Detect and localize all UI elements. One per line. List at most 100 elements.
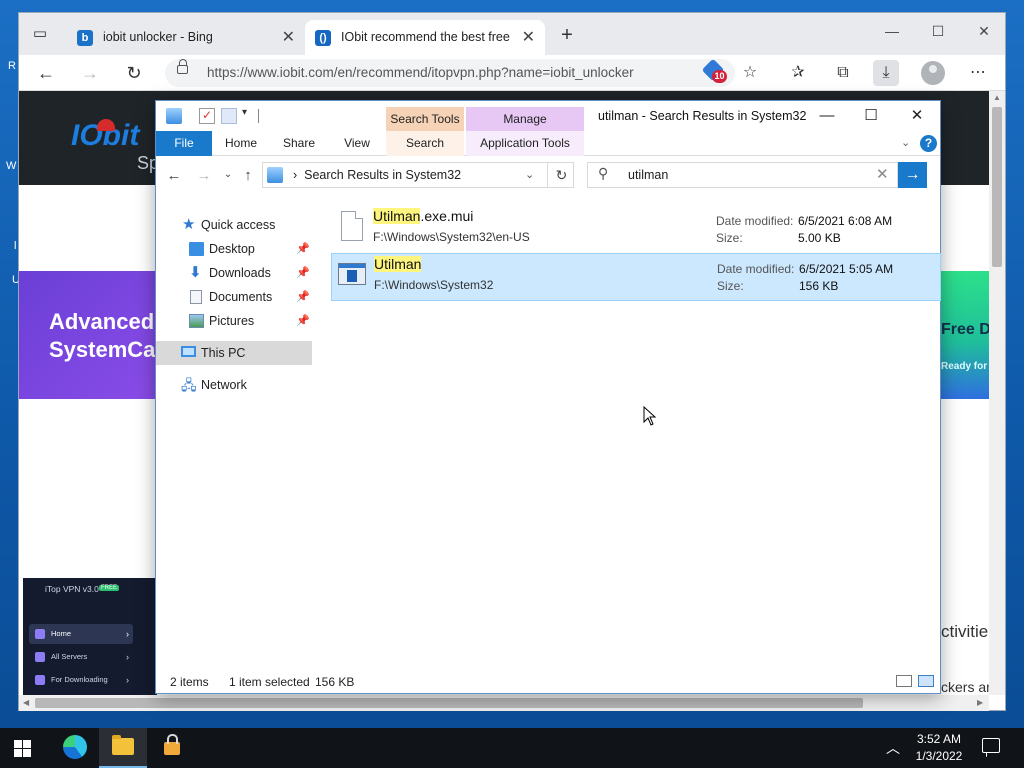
system-clock[interactable]: 3:52 AM 1/3/2022 [906,731,972,765]
taskbar-file-explorer[interactable] [99,728,147,768]
promo-badge: FREE [99,585,120,591]
extension-badge: 10 [712,70,727,83]
file-row-utilman[interactable]: Utilman F:\Windows\System32 Date modifie… [331,253,941,301]
selection-size: 156 KB [315,675,355,689]
tab-search[interactable]: Search [386,131,464,156]
expand-ribbon-icon[interactable]: ⌄ [901,136,910,149]
nav-documents[interactable]: Documents 📌 [156,285,324,309]
desktop-icon [189,242,204,256]
nav-network[interactable]: 🖧 Network [156,373,324,397]
large-icons-view-icon[interactable] [918,675,934,687]
address-dropdown-icon[interactable]: ⌄ [525,163,534,187]
add-favorite-icon[interactable]: ☆ [737,60,763,86]
recent-locations-icon[interactable]: ⌄ [218,169,238,180]
refresh-icon[interactable]: ↻ [547,163,575,187]
close-tab-icon[interactable]: ✕ [282,20,295,55]
explorer-title-bar: ▾ Search Tools Manage utilman - Search R… [156,101,940,131]
tab-share[interactable]: Share [276,131,322,156]
new-folder-icon[interactable] [221,108,237,124]
refresh-icon[interactable]: ↻ [121,60,147,86]
file-date: Date modified: 6/5/2021 5:05 AM [717,262,894,276]
banner-text: Free Do [941,321,989,338]
show-hidden-icons-icon[interactable]: ︿ [886,738,900,758]
nav-downloads[interactable]: ⬇ Downloads 📌 [156,261,324,285]
desktop-fragment: R [8,60,16,72]
close-window-icon[interactable]: ✕ [969,23,999,40]
close-tab-icon[interactable]: ✕ [522,20,535,55]
free-download-banner[interactable]: Free Do Ready for [941,271,989,399]
lock-icon [177,59,188,74]
collections-icon[interactable]: ⧉ [830,60,856,86]
minimize-icon[interactable]: — [804,101,850,131]
address-bar[interactable]: https://www.iobit.com/en/recommend/itopv… [165,59,735,87]
search-icon: ⚲ [598,165,609,181]
more-menu-icon[interactable]: ⋯ [965,60,991,86]
clear-search-icon[interactable]: ✕ [876,163,889,187]
notification-icon[interactable] [982,738,1000,753]
maximize-icon[interactable]: ☐ [923,23,953,40]
properties-icon[interactable] [199,108,215,124]
details-view-icon[interactable] [896,675,912,687]
customize-toolbar-icon[interactable]: ▾ [242,107,247,118]
nav-quick-access[interactable]: ★ Quick access [156,213,324,237]
tab-home[interactable]: Home [218,131,264,156]
nav-this-pc[interactable]: This PC [156,341,312,365]
scroll-right-icon[interactable]: ▶ [977,698,983,707]
taskbar-iobit-unlocker[interactable] [148,728,196,768]
back-arrow-icon[interactable]: ← [33,60,59,86]
search-go-button[interactable]: → [898,162,927,188]
documents-icon [190,290,202,304]
nav-pictures[interactable]: Pictures 📌 [156,309,324,333]
scroll-thumb[interactable] [992,107,1002,267]
tab-bing[interactable]: b iobit unlocker - Bing ✕ [67,20,305,55]
back-arrow-icon[interactable]: ← [164,167,184,184]
close-window-icon[interactable]: ✕ [894,101,940,131]
santa-hat-icon [97,119,115,131]
file-row-utilman-exe-mui[interactable]: Utilman.exe.mui F:\Windows\System32\en-U… [331,206,941,254]
profile-avatar[interactable] [921,61,945,85]
page-text-fragment: ckers an [941,679,989,695]
maximize-icon[interactable]: ☐ [848,101,894,131]
help-icon[interactable]: ? [920,135,937,152]
up-arrow-icon[interactable]: ↑ [238,167,258,184]
vertical-scrollbar[interactable]: ▲ [989,91,1005,695]
minimize-icon[interactable]: — [877,23,907,39]
advanced-systemcare-banner[interactable]: Advanced SystemCa [19,271,159,399]
pictures-icon [189,314,204,328]
scroll-up-icon[interactable]: ▲ [993,93,1001,102]
star-icon: ★ [182,216,196,233]
banner-text: Ready for [941,361,988,372]
manage-context-tab: Manage [466,107,584,131]
tab-actions-icon[interactable]: ▭ [31,25,49,43]
taskbar-edge[interactable] [51,728,99,768]
itop-vpn-promo: iTop VPN v3.0 FREE Home › All Servers › … [23,578,157,695]
new-tab-button[interactable]: + [553,21,581,49]
nav-desktop[interactable]: Desktop 📌 [156,237,324,261]
document-file-icon [341,211,363,241]
iobit-icon: () [315,30,331,46]
search-input[interactable]: ⚲ utilman ✕ [587,162,898,188]
favorites-icon[interactable]: ✰ [785,60,811,86]
home-icon [35,629,45,639]
tab-view[interactable]: View [334,131,380,156]
file-list: Utilman.exe.mui F:\Windows\System32\en-U… [331,206,941,676]
forward-arrow-icon[interactable]: → [194,167,214,184]
scroll-left-icon[interactable]: ◀ [23,698,29,707]
tab-file[interactable]: File [156,131,212,156]
tab-application-tools[interactable]: Application Tools [466,131,584,156]
file-size: Size: 156 KB [717,279,839,293]
ribbon-tabs: File Home Share View Search Application … [156,131,940,156]
breadcrumb: › Search Results in System32 [293,168,462,182]
address-field[interactable]: › Search Results in System32 ⌄ ↻ [262,162,574,188]
windows-start-icon[interactable] [14,740,32,757]
application-file-icon [338,263,366,285]
extension-icon[interactable]: 10 [701,58,727,83]
forward-arrow-icon[interactable]: → [77,60,103,86]
horizontal-scrollbar[interactable]: ◀ ▶ [19,695,989,711]
status-bar: 2 items 1 item selected 156 KB [156,671,940,693]
tab-iobit[interactable]: () IObit recommend the best free, IObit … [305,20,545,55]
scroll-thumb[interactable] [35,698,863,708]
address-row: ← → ⌄ ↑ › Search Results in System32 ⌄ ↻… [156,156,940,196]
downloads-icon[interactable]: ⤓ [873,60,899,86]
pin-icon: 📌 [296,243,310,255]
